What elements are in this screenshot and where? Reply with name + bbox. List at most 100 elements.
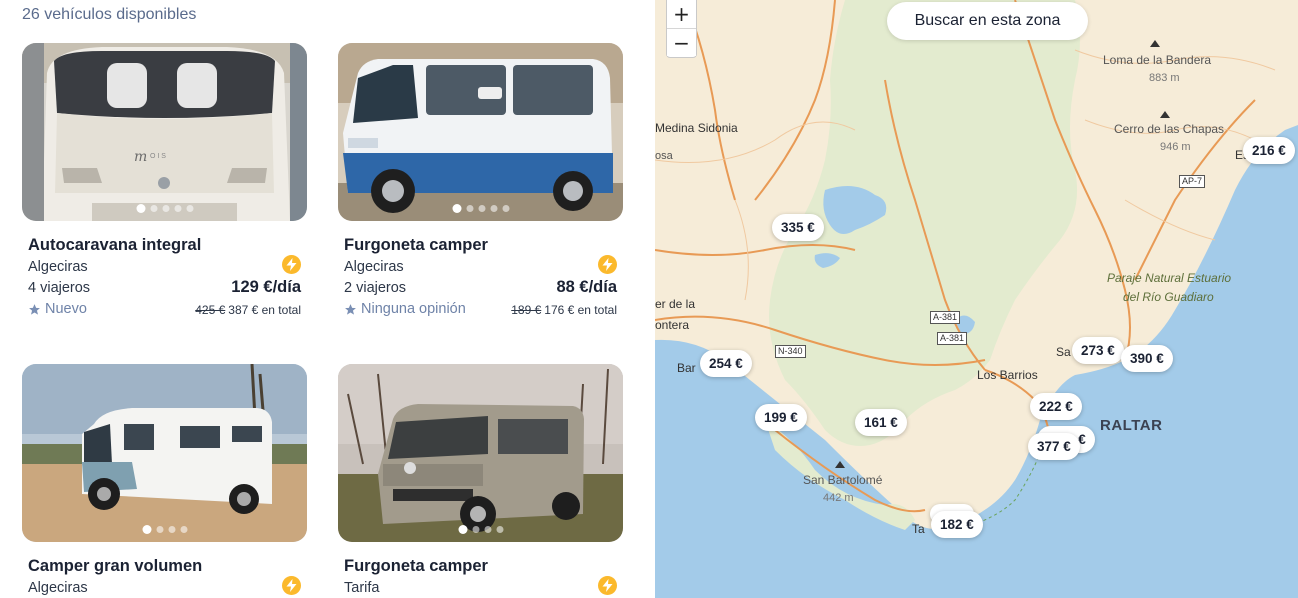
place-label: Medina Sidonia bbox=[655, 121, 738, 135]
listing-title[interactable]: Furgoneta camper bbox=[344, 557, 488, 576]
instant-booking-icon bbox=[598, 255, 617, 274]
listing-rating: Ninguna opinión bbox=[344, 301, 466, 317]
carousel-dot[interactable] bbox=[150, 205, 157, 212]
van-photo bbox=[338, 43, 623, 221]
motorhome-photo: m O I S bbox=[22, 43, 307, 221]
instant-booking-icon bbox=[598, 576, 617, 595]
place-label: Loma de la Bandera bbox=[1103, 53, 1212, 67]
carousel-dot[interactable] bbox=[472, 526, 479, 533]
search-this-area-button[interactable]: Buscar en esta zona bbox=[887, 2, 1088, 40]
place-label: Cerro de las Chapas bbox=[1114, 122, 1225, 136]
place-label: RALTAR bbox=[1100, 417, 1163, 434]
carousel-dot[interactable] bbox=[466, 205, 473, 212]
place-label: ontera bbox=[655, 318, 690, 332]
carousel-dots[interactable] bbox=[458, 525, 503, 534]
carousel-dot[interactable] bbox=[162, 205, 169, 212]
carousel-dot[interactable] bbox=[458, 525, 467, 534]
place-label: del Río Guadiaro bbox=[1123, 290, 1214, 304]
listing-photo[interactable] bbox=[22, 364, 307, 542]
road-sign: N-340 bbox=[775, 345, 806, 358]
zoom-out-button[interactable]: − bbox=[667, 28, 696, 56]
rating-text: Ninguna opinión bbox=[361, 301, 466, 317]
carousel-dot[interactable] bbox=[136, 204, 145, 213]
price-pin[interactable]: 161 € bbox=[855, 409, 907, 436]
instant-booking-icon bbox=[282, 255, 301, 274]
place-label: Bar bbox=[677, 361, 696, 375]
carousel-dot[interactable] bbox=[156, 526, 163, 533]
carousel-dot[interactable] bbox=[478, 205, 485, 212]
listing-price: 88 €/día bbox=[556, 278, 617, 296]
map-panel[interactable]: Medina Sidonia osa Loma de la Bandera 88… bbox=[655, 0, 1298, 598]
carousel-dot[interactable] bbox=[496, 526, 503, 533]
star-icon bbox=[345, 303, 356, 315]
place-label: osa bbox=[655, 150, 673, 162]
price-pin[interactable]: 182 € bbox=[931, 511, 983, 538]
price-pin[interactable]: 254 € bbox=[700, 350, 752, 377]
price-pin[interactable]: 199 € bbox=[755, 404, 807, 431]
listing-panel: 26 vehículos disponibles m O I S Autocar… bbox=[0, 0, 655, 598]
place-label: 883 m bbox=[1149, 72, 1180, 84]
carousel-dot[interactable] bbox=[142, 525, 151, 534]
rating-text: Nuevo bbox=[45, 301, 87, 317]
svg-text:m: m bbox=[134, 149, 147, 165]
new-total: 176 € en total bbox=[544, 303, 617, 317]
listing-card[interactable]: Furgoneta camper Algeciras 2 viajeros 88… bbox=[338, 43, 623, 317]
listing-photo[interactable] bbox=[338, 364, 623, 542]
listing-location: Tarifa bbox=[344, 580, 380, 596]
listing-travelers: 4 viajeros bbox=[28, 280, 91, 296]
listing-price: 129 €/día bbox=[231, 278, 301, 296]
listing-card[interactable]: Furgoneta camper Tarifa bbox=[338, 364, 623, 596]
road-sign: A-381 bbox=[930, 311, 961, 324]
price-pin[interactable]: 390 € bbox=[1121, 345, 1173, 372]
carousel-dots[interactable] bbox=[142, 525, 187, 534]
instant-booking-icon bbox=[282, 576, 301, 595]
listing-location: Algeciras bbox=[28, 580, 88, 596]
carousel-dot[interactable] bbox=[484, 526, 491, 533]
listing-photo[interactable] bbox=[338, 43, 623, 221]
listing-photo[interactable]: m O I S bbox=[22, 43, 307, 221]
carousel-dots[interactable] bbox=[452, 204, 509, 213]
listing-title[interactable]: Autocaravana integral bbox=[28, 236, 201, 255]
star-icon bbox=[29, 303, 40, 315]
place-label: Paraje Natural Estuario bbox=[1107, 271, 1232, 285]
carousel-dot[interactable] bbox=[186, 205, 193, 212]
listing-card[interactable]: m O I S Autocaravana integral Algeciras bbox=[22, 43, 307, 317]
van-photo bbox=[338, 364, 623, 542]
listing-location: Algeciras bbox=[344, 259, 404, 275]
zoom-control: + − bbox=[666, 0, 697, 58]
listing-travelers: 2 viajeros bbox=[344, 280, 407, 296]
carousel-dot[interactable] bbox=[490, 205, 497, 212]
place-label: 442 m bbox=[823, 492, 854, 504]
result-count: 26 vehículos disponibles bbox=[22, 6, 197, 23]
carousel-dot[interactable] bbox=[180, 526, 187, 533]
place-label: er de la bbox=[655, 297, 696, 311]
zoom-in-button[interactable]: + bbox=[667, 0, 696, 28]
listing-total: 189 €176 € en total bbox=[511, 303, 617, 317]
price-pin[interactable]: 377 € bbox=[1028, 433, 1080, 460]
carousel-dot[interactable] bbox=[502, 205, 509, 212]
price-pin[interactable]: 335 € bbox=[772, 214, 824, 241]
camper-photo bbox=[22, 364, 307, 542]
listing-title[interactable]: Camper gran volumen bbox=[28, 557, 202, 576]
listing-rating: Nuevo bbox=[28, 301, 87, 317]
old-total: 189 € bbox=[511, 303, 542, 317]
place-label: Ta bbox=[912, 522, 925, 536]
price-pin[interactable]: 273 € bbox=[1072, 337, 1124, 364]
carousel-dot[interactable] bbox=[452, 204, 461, 213]
svg-text:O I S: O I S bbox=[150, 153, 166, 160]
carousel-dot[interactable] bbox=[168, 526, 175, 533]
price-pin[interactable]: 216 € bbox=[1243, 137, 1295, 164]
road-sign: AP-7 bbox=[1179, 175, 1206, 188]
carousel-dots[interactable] bbox=[136, 204, 193, 213]
listing-title[interactable]: Furgoneta camper bbox=[344, 236, 488, 255]
place-label: San Bartolomé bbox=[803, 473, 883, 487]
listing-total: 425 €387 € en total bbox=[195, 303, 301, 317]
old-total: 425 € bbox=[195, 303, 226, 317]
place-label: Los Barrios bbox=[977, 368, 1038, 382]
road-sign: A-381 bbox=[937, 332, 968, 345]
price-pin[interactable]: 222 € bbox=[1030, 393, 1082, 420]
listing-location: Algeciras bbox=[28, 259, 88, 275]
carousel-dot[interactable] bbox=[174, 205, 181, 212]
place-label: 946 m bbox=[1160, 141, 1191, 153]
listing-card[interactable]: Camper gran volumen Algeciras bbox=[22, 364, 307, 596]
